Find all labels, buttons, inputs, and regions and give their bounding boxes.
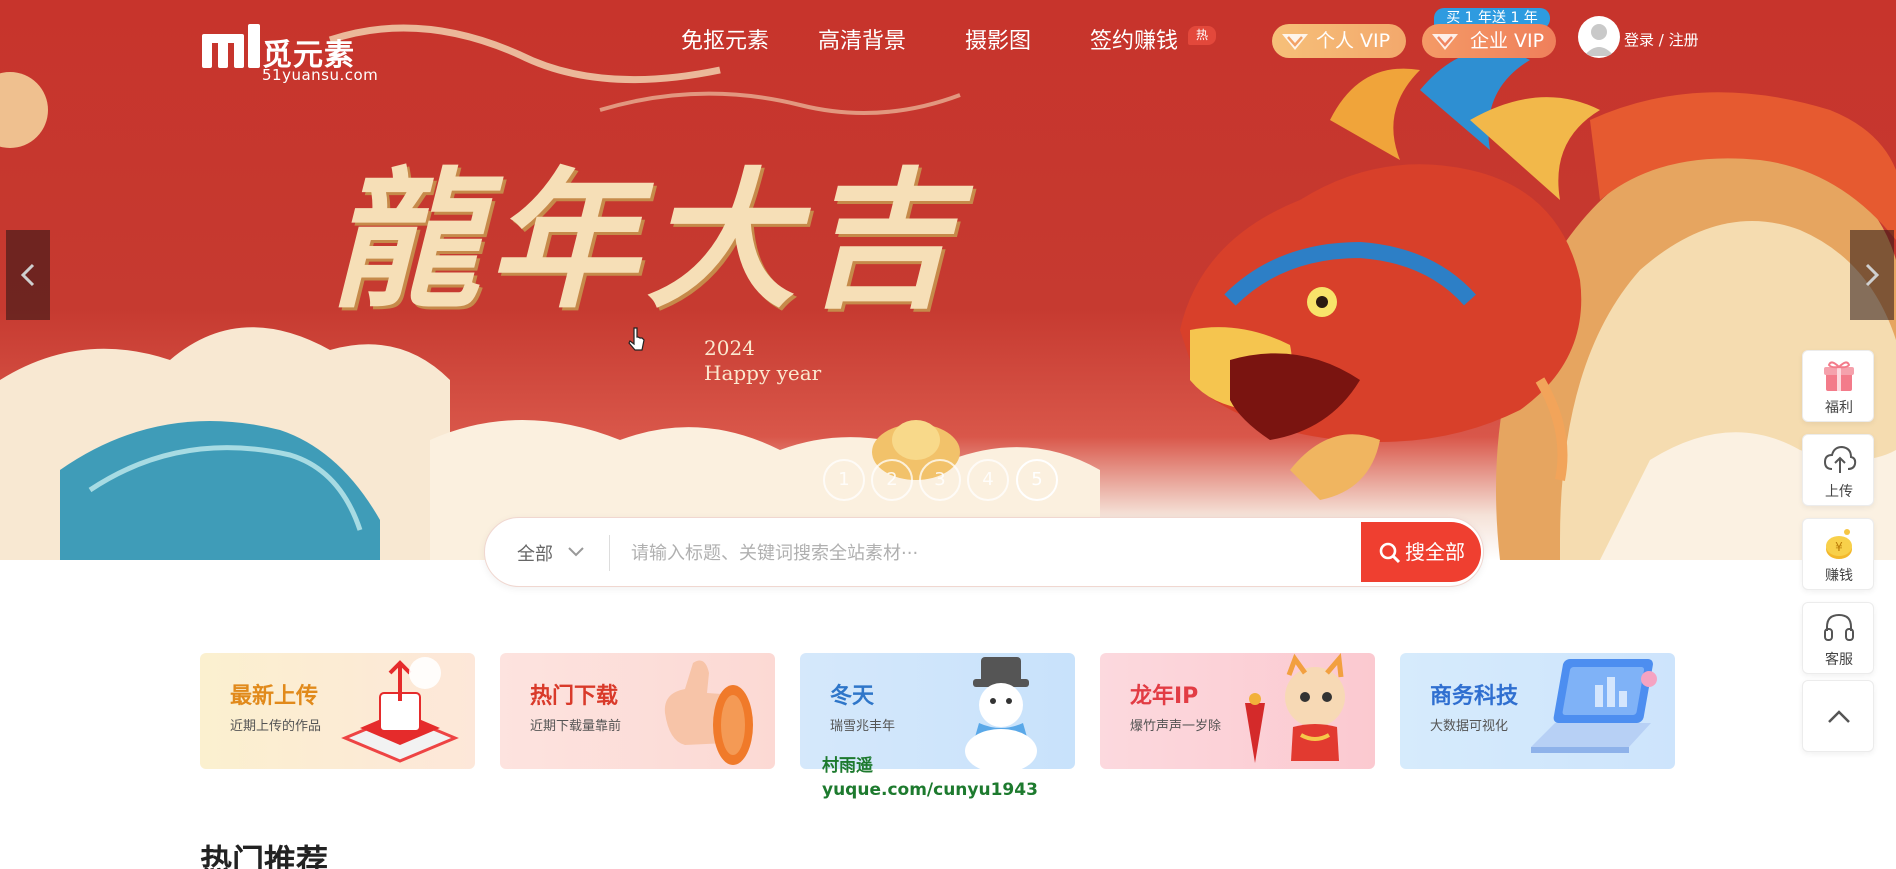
watermark-line1: 村雨遥 xyxy=(822,756,873,776)
category-card-dragon-ip[interactable]: 龙年IP 爆竹声声一岁除 xyxy=(1100,653,1375,769)
category-title: 最新上传 xyxy=(230,684,319,709)
upload-box-icon xyxy=(341,657,459,763)
headset-icon xyxy=(1824,613,1854,641)
chevron-left-icon xyxy=(20,263,35,287)
side-button-label: 福利 xyxy=(1825,400,1853,416)
nav-link-cutout-elements[interactable]: 免抠元素 xyxy=(681,28,769,56)
site-logo[interactable]: 觅元素 51yuansu.com xyxy=(200,16,390,84)
category-subtitle: 瑞雪兆丰年 xyxy=(830,719,896,734)
category-card-winter[interactable]: 冬天 瑞雪兆丰年 xyxy=(800,653,1075,769)
side-button-label: 客服 xyxy=(1825,652,1853,668)
nav-link-hd-backgrounds[interactable]: 高清背景 xyxy=(818,28,906,56)
category-title: 热门下载 xyxy=(530,684,619,709)
carousel-next-button[interactable] xyxy=(1850,230,1894,320)
side-customer-service-button[interactable]: 客服 xyxy=(1802,602,1874,674)
user-icon xyxy=(1584,24,1614,56)
category-title: 冬天 xyxy=(830,684,875,709)
thumbs-up-icon xyxy=(664,660,753,765)
banner-headline: 龍年大吉 xyxy=(330,153,963,329)
banner-tagline: Happy year xyxy=(704,361,822,385)
hot-badge: 热 xyxy=(1188,26,1216,45)
login-register-link[interactable]: 登录 / 注册 xyxy=(1624,29,1699,50)
category-title: 龙年IP xyxy=(1130,684,1199,709)
search-input[interactable] xyxy=(631,530,1231,576)
watermark-line2: yuque.com/cunyu1943 xyxy=(822,780,1038,800)
category-subtitle: 大数据可视化 xyxy=(1430,719,1509,734)
enterprise-vip-button[interactable]: 企业 VIP xyxy=(1422,24,1556,58)
category-subtitle: 爆竹声声一岁除 xyxy=(1130,719,1222,734)
search-divider xyxy=(609,535,610,571)
svg-text:¥: ¥ xyxy=(1835,540,1843,554)
logo-mark-icon xyxy=(202,24,260,68)
category-title: 商务科技 xyxy=(1430,684,1519,709)
carousel-dot-active[interactable]: 5 xyxy=(1016,459,1058,501)
mouse-cursor-icon xyxy=(628,327,645,351)
side-upload-button[interactable]: 上传 xyxy=(1802,434,1874,506)
search-button-label: 搜全部 xyxy=(1405,540,1465,564)
chevron-down-icon xyxy=(568,547,584,557)
carousel-dot[interactable]: 2 xyxy=(871,459,913,501)
nav-link-sign-and-earn[interactable]: 签约赚钱 xyxy=(1090,28,1178,56)
nav-link-photography[interactable]: 摄影图 xyxy=(965,28,1031,56)
category-subtitle: 近期下载量靠前 xyxy=(530,719,622,734)
back-to-top-button[interactable] xyxy=(1802,680,1874,752)
chevron-up-icon xyxy=(1828,710,1850,723)
banner-year-block: 2024 Happy year xyxy=(704,336,821,386)
carousel-prev-button[interactable] xyxy=(6,230,50,320)
carousel-dot[interactable]: 3 xyxy=(919,459,961,501)
gift-icon xyxy=(1824,361,1854,391)
laptop-dashboard-icon xyxy=(1531,659,1657,753)
side-button-label: 赚钱 xyxy=(1825,568,1853,584)
search-button[interactable]: 搜全部 xyxy=(1361,522,1481,582)
watermark-overlay: 村雨遥 yuque.com/cunyu1943 xyxy=(822,754,1038,802)
vip-diamond-icon xyxy=(1282,34,1308,50)
side-earn-button[interactable]: ¥ 赚钱 xyxy=(1802,518,1874,590)
carousel-dot[interactable]: 4 xyxy=(967,459,1009,501)
search-scope-label: 全部 xyxy=(517,544,553,565)
section-title-hot-recommendations: 热门推荐 xyxy=(200,842,329,869)
snowman-icon xyxy=(965,657,1037,769)
dragon-mascot-icon xyxy=(1245,653,1345,763)
side-button-label: 上传 xyxy=(1825,484,1853,500)
category-card-latest-uploads[interactable]: 最新上传 近期上传的作品 xyxy=(200,653,475,769)
banner-year: 2024 xyxy=(704,336,755,360)
personal-vip-label: 个人 VIP xyxy=(1316,30,1391,52)
chevron-right-icon xyxy=(1865,263,1880,287)
cloud-upload-icon xyxy=(1823,445,1857,473)
enterprise-vip-label: 企业 VIP xyxy=(1470,30,1545,52)
search-scope-dropdown[interactable]: 全部 xyxy=(517,540,584,566)
coin-icon: ¥ xyxy=(1826,529,1852,559)
category-card-hot-downloads[interactable]: 热门下载 近期下载量靠前 xyxy=(500,653,775,769)
vip-diamond-icon xyxy=(1432,34,1458,50)
logo-domain: 51yuansu.com xyxy=(262,66,379,84)
category-card-business-tech[interactable]: 商务科技 大数据可视化 xyxy=(1400,653,1675,769)
carousel-dot[interactable]: 1 xyxy=(823,459,865,501)
side-welfare-button[interactable]: 福利 xyxy=(1802,350,1874,422)
category-subtitle: 近期上传的作品 xyxy=(230,719,322,734)
user-avatar[interactable] xyxy=(1578,16,1620,58)
search-bar: 全部 搜全部 xyxy=(484,517,1484,587)
search-icon xyxy=(1379,542,1401,564)
personal-vip-button[interactable]: 个人 VIP xyxy=(1272,24,1406,58)
